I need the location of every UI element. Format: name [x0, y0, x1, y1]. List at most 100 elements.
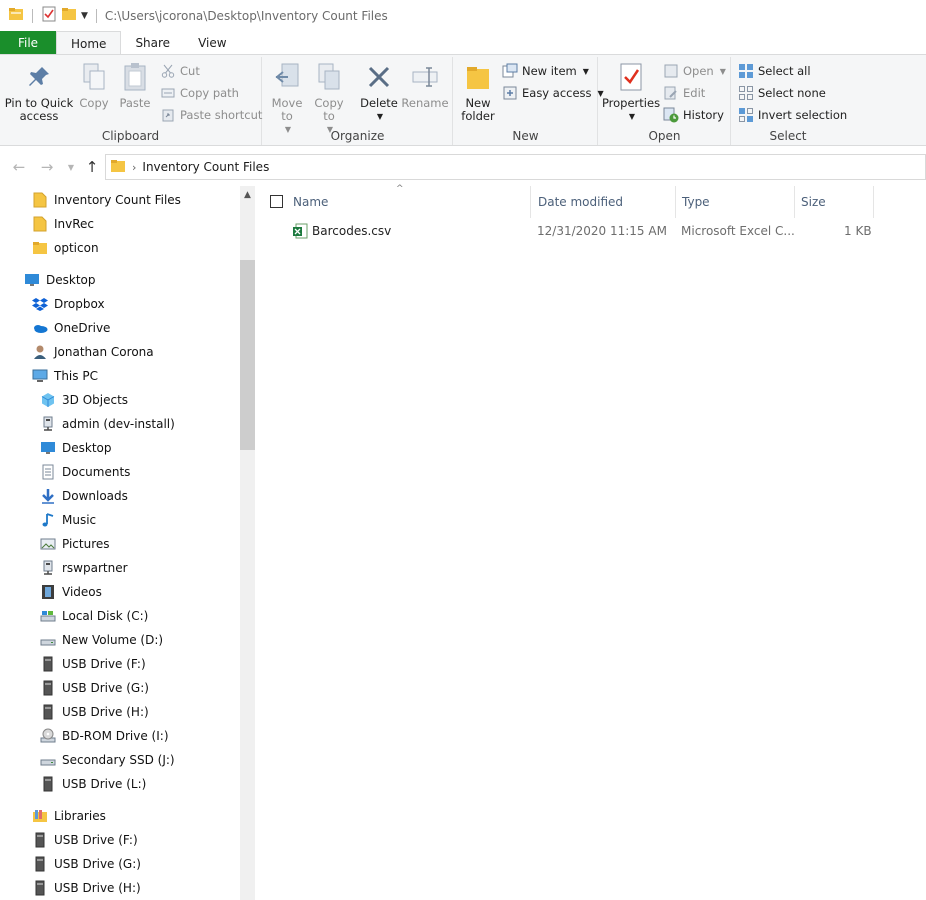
file-list: ^ Name Date modified Type Size Barcodes.… [256, 184, 926, 900]
pin-quick-access-button[interactable]: Pin to Quick access [4, 61, 74, 123]
forward-arrow-icon[interactable]: → [38, 158, 56, 176]
tab-share[interactable]: Share [121, 31, 184, 55]
open-group-label: Open [648, 129, 681, 143]
sidebar-item-usb-drive-g[interactable]: USB Drive (G:) [40, 677, 149, 699]
sidebar-item-bd-rom-drive-i[interactable]: BD-ROM Drive (I:) [40, 725, 169, 747]
sidebar-item-inventory-count-files[interactable]: Inventory Count Files [32, 189, 181, 211]
paste-button[interactable]: Paste [117, 61, 153, 110]
back-arrow-icon[interactable]: ← [10, 158, 28, 176]
videos-icon [40, 584, 56, 600]
table-row[interactable]: Barcodes.csv 12/31/2020 11:15 AM Microso… [256, 220, 926, 242]
sidebar-item-desktop[interactable]: Desktop [24, 269, 96, 291]
new-folder-button[interactable]: New folder [460, 61, 496, 123]
sidebar-item-label: Secondary SSD (J:) [62, 753, 175, 767]
new-item-icon [502, 63, 518, 79]
sidebar-item-usb-drive-h[interactable]: USB Drive (H:) [32, 877, 141, 899]
easy-access-button[interactable]: Easy access ▼ [502, 83, 604, 103]
tab-file[interactable]: File [0, 31, 56, 55]
copy-to-button[interactable]: Copy to ▼ [311, 61, 347, 136]
user-icon [32, 344, 48, 360]
open-button[interactable]: Open ▼ [663, 61, 726, 81]
sidebar-item-label: InvRec [54, 217, 95, 231]
local-disk-icon [40, 608, 56, 624]
nav-scrollbar-thumb[interactable] [240, 260, 255, 450]
usb-drive-icon [32, 856, 48, 872]
sidebar-item-invrec[interactable]: InvRec [32, 213, 94, 235]
copy-to-icon [313, 61, 345, 93]
new-item-button[interactable]: New item ▼ [502, 61, 589, 81]
sidebar-item-pictures[interactable]: Pictures [40, 533, 110, 555]
sidebar-item-libraries[interactable]: Libraries [32, 805, 106, 827]
sidebar-item-rswpartner[interactable]: rswpartner [40, 557, 128, 579]
libraries-icon [32, 808, 48, 824]
select-all-button[interactable]: Select all [738, 61, 811, 81]
move-to-button[interactable]: Move to ▼ [269, 61, 305, 136]
tab-view[interactable]: View [184, 31, 240, 55]
usb-drive-icon [40, 704, 56, 720]
file-name[interactable]: Barcodes.csv [312, 224, 391, 238]
history-button[interactable]: History [663, 105, 724, 125]
recent-locations-chevron-icon[interactable]: ▼ [62, 158, 80, 176]
up-arrow-icon[interactable]: ↑ [83, 158, 101, 176]
breadcrumb-chevron-icon[interactable]: › [132, 161, 136, 174]
delete-x-icon [363, 61, 395, 93]
sidebar-item-label: USB Drive (F:) [54, 833, 138, 847]
select-all-icon [738, 63, 754, 79]
scroll-up-arrow-icon[interactable]: ▲ [240, 190, 255, 205]
history-icon [663, 107, 679, 123]
sidebar-item-admin-dev-install[interactable]: admin (dev-install) [40, 413, 175, 435]
desktop-icon [40, 440, 56, 456]
select-none-button[interactable]: Select none [738, 83, 826, 103]
breadcrumb[interactable]: Inventory Count Files [142, 160, 269, 174]
properties-button[interactable]: Properties ▼ [602, 61, 660, 123]
paste-shortcut-button[interactable]: Paste shortcut [160, 105, 262, 125]
invert-selection-button[interactable]: Invert selection [738, 105, 847, 125]
tab-home[interactable]: Home [56, 31, 122, 55]
sidebar-item-usb-drive-f[interactable]: USB Drive (F:) [40, 653, 146, 675]
sidebar-item-dropbox[interactable]: Dropbox [32, 293, 105, 315]
sidebar-item-onedrive[interactable]: OneDrive [32, 317, 110, 339]
column-header-date-modified[interactable]: Date modified [531, 186, 676, 218]
sidebar-item-3d-objects[interactable]: 3D Objects [40, 389, 128, 411]
sidebar-item-videos[interactable]: Videos [40, 581, 102, 603]
copy-path-button[interactable]: Copy path [160, 83, 239, 103]
sidebar-item-documents[interactable]: Documents [40, 461, 130, 483]
sidebar-item-local-disk-c[interactable]: Local Disk (C:) [40, 605, 148, 627]
column-header-type[interactable]: Type [675, 186, 795, 218]
edit-button[interactable]: Edit [663, 83, 705, 103]
copy-button[interactable]: Copy [76, 61, 112, 110]
sidebar-item-usb-drive-f[interactable]: USB Drive (F:) [32, 829, 138, 851]
folder-app-icon [8, 6, 24, 25]
sidebar-item-usb-drive-l[interactable]: USB Drive (L:) [40, 773, 146, 795]
column-header-size[interactable]: Size [794, 186, 874, 218]
sidebar-item-music[interactable]: Music [40, 509, 96, 531]
sidebar-item-label: Dropbox [54, 297, 105, 311]
navigation-bar: ← → ▼ ↑ › Inventory Count Files [0, 150, 926, 184]
sidebar-item-secondary-ssd-j[interactable]: Secondary SSD (J:) [40, 749, 175, 771]
pinned-folder-icon [32, 192, 48, 208]
usb-drive-icon [40, 656, 56, 672]
select-all-checkbox[interactable] [270, 195, 283, 208]
new-folder-quick-icon[interactable] [61, 6, 77, 25]
documents-icon [40, 464, 56, 480]
address-bar[interactable]: › Inventory Count Files [105, 154, 926, 180]
sidebar-item-this-pc[interactable]: This PC [32, 365, 98, 387]
sidebar-item-usb-drive-h[interactable]: USB Drive (H:) [40, 701, 149, 723]
sidebar-item-jonathan-corona[interactable]: Jonathan Corona [32, 341, 154, 363]
rename-button[interactable]: Rename [401, 61, 449, 110]
cut-button[interactable]: Cut [160, 61, 200, 81]
properties-quick-icon[interactable] [41, 6, 57, 25]
sidebar-item-opticon[interactable]: opticon [32, 237, 99, 259]
file-date-modified: 12/31/2020 11:15 AM [537, 224, 667, 238]
sidebar-item-label: Jonathan Corona [54, 345, 154, 359]
sidebar-item-usb-drive-g[interactable]: USB Drive (G:) [32, 853, 141, 875]
sidebar-item-desktop[interactable]: Desktop [40, 437, 112, 459]
sidebar-item-new-volume-d[interactable]: New Volume (D:) [40, 629, 163, 651]
sidebar-item-label: USB Drive (G:) [54, 857, 141, 871]
delete-button[interactable]: Delete ▼ [359, 61, 399, 123]
sidebar-item-downloads[interactable]: Downloads [40, 485, 128, 507]
usb-drive-icon [32, 832, 48, 848]
open-icon [663, 63, 679, 79]
column-header-name[interactable]: Name [286, 186, 531, 218]
customize-toolbar-icon[interactable]: ▼ [81, 11, 88, 21]
